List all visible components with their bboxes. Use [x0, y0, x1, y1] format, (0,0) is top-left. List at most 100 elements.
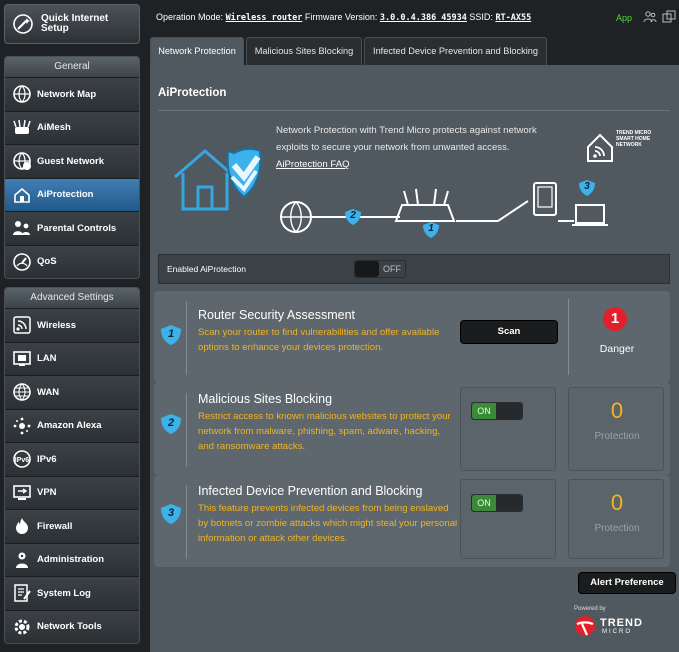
toggle-knob: [496, 403, 522, 419]
trend-brand-sub: MICRO: [602, 629, 632, 635]
tab-infected-device-prevention[interactable]: Infected Device Prevention and Blocking: [364, 37, 547, 65]
sidebar-item-system-log[interactable]: System Log: [5, 576, 139, 610]
vpn-icon: [11, 482, 33, 504]
diagram-badge-1: 1: [422, 221, 440, 239]
protection-count-cell: 0 Protection: [568, 387, 664, 471]
advanced-section: Advanced Settings Wireless LAN WAN Amazo…: [4, 287, 140, 644]
users-icon[interactable]: [643, 10, 657, 26]
toggle-state: OFF: [383, 264, 401, 274]
sidebar-item-firewall[interactable]: Firewall: [5, 509, 139, 543]
sidebar-item-amazon-alexa[interactable]: Amazon Alexa: [5, 408, 139, 442]
toggle-knob: [355, 261, 379, 277]
router-admin-app: Quick Internet Setup General Network Map…: [0, 0, 679, 652]
toggle-knob: [496, 495, 522, 511]
sidebar-item-label: System Log: [37, 587, 91, 599]
parental-controls-icon: [11, 217, 33, 239]
card-title: Infected Device Prevention and Blocking: [198, 484, 423, 498]
system-log-icon: [11, 582, 33, 604]
router-security-assessment-card: 1 Router Security Assessment Scan your r…: [154, 291, 670, 383]
sidebar-item-label: QoS: [37, 256, 57, 268]
protection-description: Network Protection with Trend Micro prot…: [276, 122, 566, 173]
sidebar-item-network-tools[interactable]: Network Tools: [5, 609, 139, 643]
sidebar-item-wan[interactable]: WAN: [5, 375, 139, 409]
protection-count-cell: 0 Protection: [568, 479, 664, 559]
sidebar-item-aiprotection[interactable]: AiProtection: [5, 177, 139, 211]
sidebar-item-label: Amazon Alexa: [37, 420, 102, 432]
danger-status-cell: 1 Danger: [568, 299, 664, 375]
trend-micro-smart-home-logo: TREND MICRO SMART HOME NETWORK: [586, 129, 666, 169]
trend-brand-text: TREND: [600, 617, 643, 629]
protection-label: Protection: [594, 523, 640, 534]
sidebar-item-lan[interactable]: LAN: [5, 341, 139, 375]
network-map-icon: [11, 83, 33, 105]
operation-mode-link[interactable]: Wireless router: [226, 13, 303, 23]
card-description: Scan your router to find vulnerabilities…: [198, 327, 440, 353]
card-divider: [186, 301, 187, 375]
sidebar-item-administration[interactable]: Administration: [5, 542, 139, 576]
protection-count: 0: [610, 490, 624, 515]
sidebar-item-label: Firewall: [37, 520, 73, 532]
description-text: Network Protection with Trend Micro prot…: [276, 125, 537, 153]
sidebar-item-network-map[interactable]: Network Map: [5, 77, 139, 111]
malicious-sites-toggle[interactable]: ON: [471, 402, 523, 420]
danger-badge: 1: [603, 307, 627, 331]
sidebar-item-label: WAN: [37, 386, 60, 398]
malicious-sites-blocking-card: 2 Malicious Sites Blocking Restrict acce…: [154, 383, 670, 475]
enabled-aiprotection-toggle[interactable]: OFF: [354, 260, 406, 278]
sidebar-item-qos[interactable]: QoS: [5, 244, 139, 278]
sidebar-item-label: Parental Controls: [37, 222, 117, 234]
sidebar-item-aimesh[interactable]: AiMesh: [5, 110, 139, 144]
infected-device-prevention-card: 3 Infected Device Prevention and Blockin…: [154, 475, 670, 567]
network-tools-icon: [11, 616, 33, 638]
sidebar-item-label: LAN: [37, 353, 57, 365]
home-shield-illustration: [170, 137, 270, 222]
card-divider: [186, 485, 187, 559]
card-title: Router Security Assessment: [198, 308, 356, 322]
scan-button[interactable]: Scan: [460, 320, 558, 344]
network-diagram: 2 1 3: [276, 177, 616, 246]
enabled-aiprotection-label: Enabled AiProtection: [167, 264, 246, 274]
ipv6-icon: IPv6: [11, 448, 33, 470]
guest-network-icon: [11, 150, 33, 172]
sidebar-item-label: AiProtection: [37, 189, 94, 201]
toggle-cell: ON: [460, 387, 556, 471]
sidebar-item-label: Wireless: [37, 319, 76, 331]
sidebar-item-wireless[interactable]: Wireless: [5, 308, 139, 342]
protection-count: 0: [610, 398, 624, 423]
copy-windows-icon[interactable]: [662, 10, 676, 26]
sidebar-item-ipv6[interactable]: IPv6 IPv6: [5, 442, 139, 476]
quick-internet-setup-button[interactable]: Quick Internet Setup: [4, 4, 140, 44]
toggle-state: ON: [472, 403, 496, 419]
enabled-aiprotection-row: Enabled AiProtection OFF: [158, 254, 670, 284]
infected-device-toggle[interactable]: ON: [471, 494, 523, 512]
toggle-cell: ON: [460, 479, 556, 559]
diagram-badge-3: 3: [578, 179, 596, 197]
wand-icon: [11, 12, 35, 36]
ssid-label: SSID:: [469, 12, 493, 22]
page-title: AiProtection: [158, 87, 227, 99]
sidebar-item-parental-controls[interactable]: Parental Controls: [5, 211, 139, 245]
sidebar-item-guest-network[interactable]: Guest Network: [5, 144, 139, 178]
sidebar-item-label: Network Map: [37, 88, 97, 100]
app-link[interactable]: App: [616, 13, 632, 23]
tab-network-protection[interactable]: Network Protection: [150, 37, 244, 65]
status-line: Operation Mode: Wireless router Firmware…: [156, 12, 531, 23]
card-description: This feature prevents infected devices f…: [198, 503, 458, 544]
sidebar-item-label: Guest Network: [37, 155, 105, 167]
ssid-link[interactable]: RT-AX55: [495, 13, 531, 23]
aiprotection-faq-link[interactable]: AiProtection FAQ: [276, 156, 566, 173]
general-section: General Network Map AiMesh Guest Network…: [4, 56, 140, 279]
diagram-badge-2: 2: [344, 208, 362, 226]
firmware-label: Firmware Version:: [304, 12, 378, 22]
powered-by-label: Powered by: [574, 606, 606, 612]
firmware-version-link[interactable]: 3.0.0.4.386_45934: [380, 13, 467, 23]
card-number-badge: 3: [160, 503, 182, 525]
alert-preference-button[interactable]: Alert Preference: [578, 572, 676, 594]
toggle-state: ON: [472, 495, 496, 511]
administration-icon: [11, 549, 33, 571]
aimesh-icon: [11, 117, 33, 139]
sidebar-item-vpn[interactable]: VPN: [5, 475, 139, 509]
aiprotection-icon: [11, 184, 33, 206]
tab-malicious-sites-blocking[interactable]: Malicious Sites Blocking: [246, 37, 362, 65]
sidebar-item-label: Network Tools: [37, 621, 102, 633]
